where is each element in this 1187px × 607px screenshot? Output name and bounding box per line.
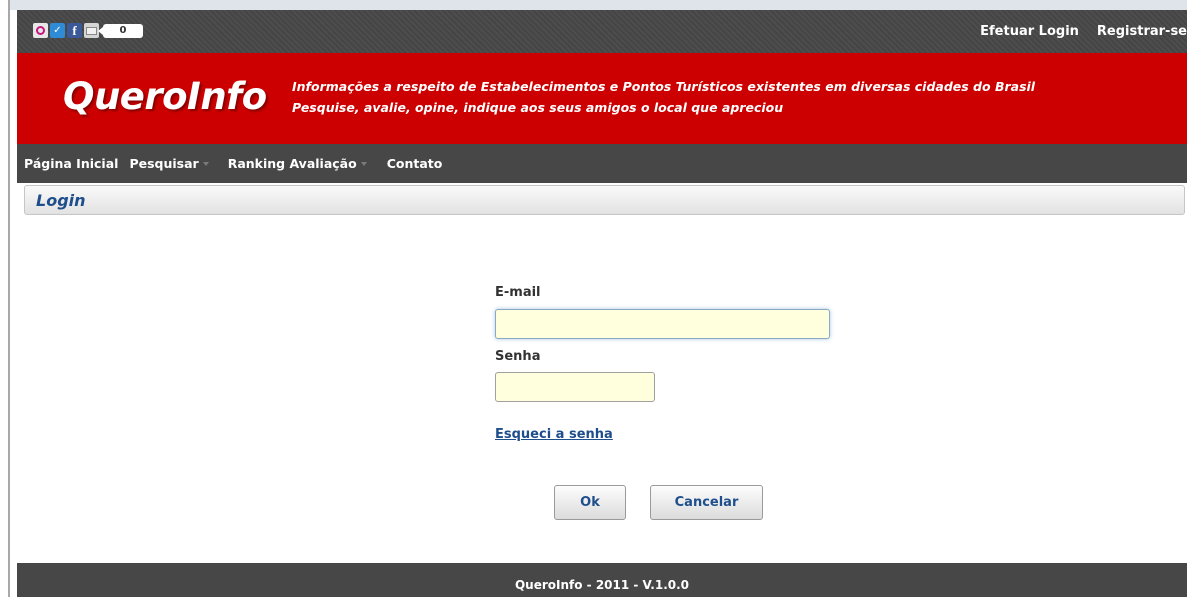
nav-search[interactable]: Pesquisar [129, 156, 209, 171]
register-link[interactable]: Registrar-se [1097, 24, 1187, 39]
site-logo[interactable]: QueroInfo [63, 75, 267, 118]
share-count: 0 [98, 23, 143, 38]
email-field[interactable] [495, 309, 830, 339]
footer: QueroInfo - 2011 - V.1.0.0 [17, 563, 1187, 597]
password-label: Senha [495, 349, 541, 364]
orkut-icon[interactable] [33, 23, 48, 38]
password-field[interactable] [495, 372, 655, 402]
page: ✓ f 0 Efetuar Login Registrar-se QueroIn… [17, 10, 1187, 597]
nav-ranking[interactable]: Ranking Avaliação [228, 156, 367, 171]
tagline-line-2: Pesquise, avalie, opine, indique aos seu… [292, 100, 784, 115]
window-border [8, 0, 10, 597]
nav-contact[interactable]: Contato [387, 156, 443, 171]
header-banner: QueroInfo Informações a respeito de Esta… [17, 53, 1187, 144]
main-nav: Página Inicial Pesquisar Ranking Avaliaç… [17, 144, 1187, 183]
cancel-button[interactable]: Cancelar [650, 485, 763, 520]
nav-search-label: Pesquisar [129, 156, 199, 171]
account-links: Efetuar Login Registrar-se [980, 24, 1187, 39]
window-edge [0, 0, 8, 597]
nav-contact-label: Contato [386, 156, 443, 171]
panel-header: Login [24, 185, 1185, 215]
chevron-down-icon [202, 161, 209, 166]
nav-home-label: Página Inicial [24, 156, 119, 171]
main-content: Login E-mail Senha Esqueci a senha Ok Ca… [17, 183, 1187, 563]
nav-home[interactable]: Página Inicial [24, 156, 118, 171]
social-icons: ✓ f 0 [33, 23, 143, 38]
forgot-password-link[interactable]: Esqueci a senha [495, 427, 613, 442]
page-title: Login [36, 191, 86, 210]
twitter-icon[interactable]: ✓ [50, 23, 65, 38]
tagline-line-1: Informações a respeito de Estabeleciment… [292, 79, 1036, 94]
browser-top-strip [10, 0, 1187, 10]
footer-text: QueroInfo - 2011 - V.1.0.0 [514, 578, 690, 592]
site-tagline: Informações a respeito de Estabeleciment… [292, 76, 1035, 118]
login-link[interactable]: Efetuar Login [980, 24, 1079, 39]
nav-ranking-label: Ranking Avaliação [227, 156, 357, 171]
social-bar: ✓ f 0 Efetuar Login Registrar-se [17, 10, 1187, 53]
email-label: E-mail [495, 285, 541, 300]
chevron-down-icon [360, 161, 367, 166]
facebook-icon[interactable]: f [67, 23, 82, 38]
mail-icon[interactable] [84, 23, 99, 38]
ok-button[interactable]: Ok [554, 485, 626, 520]
